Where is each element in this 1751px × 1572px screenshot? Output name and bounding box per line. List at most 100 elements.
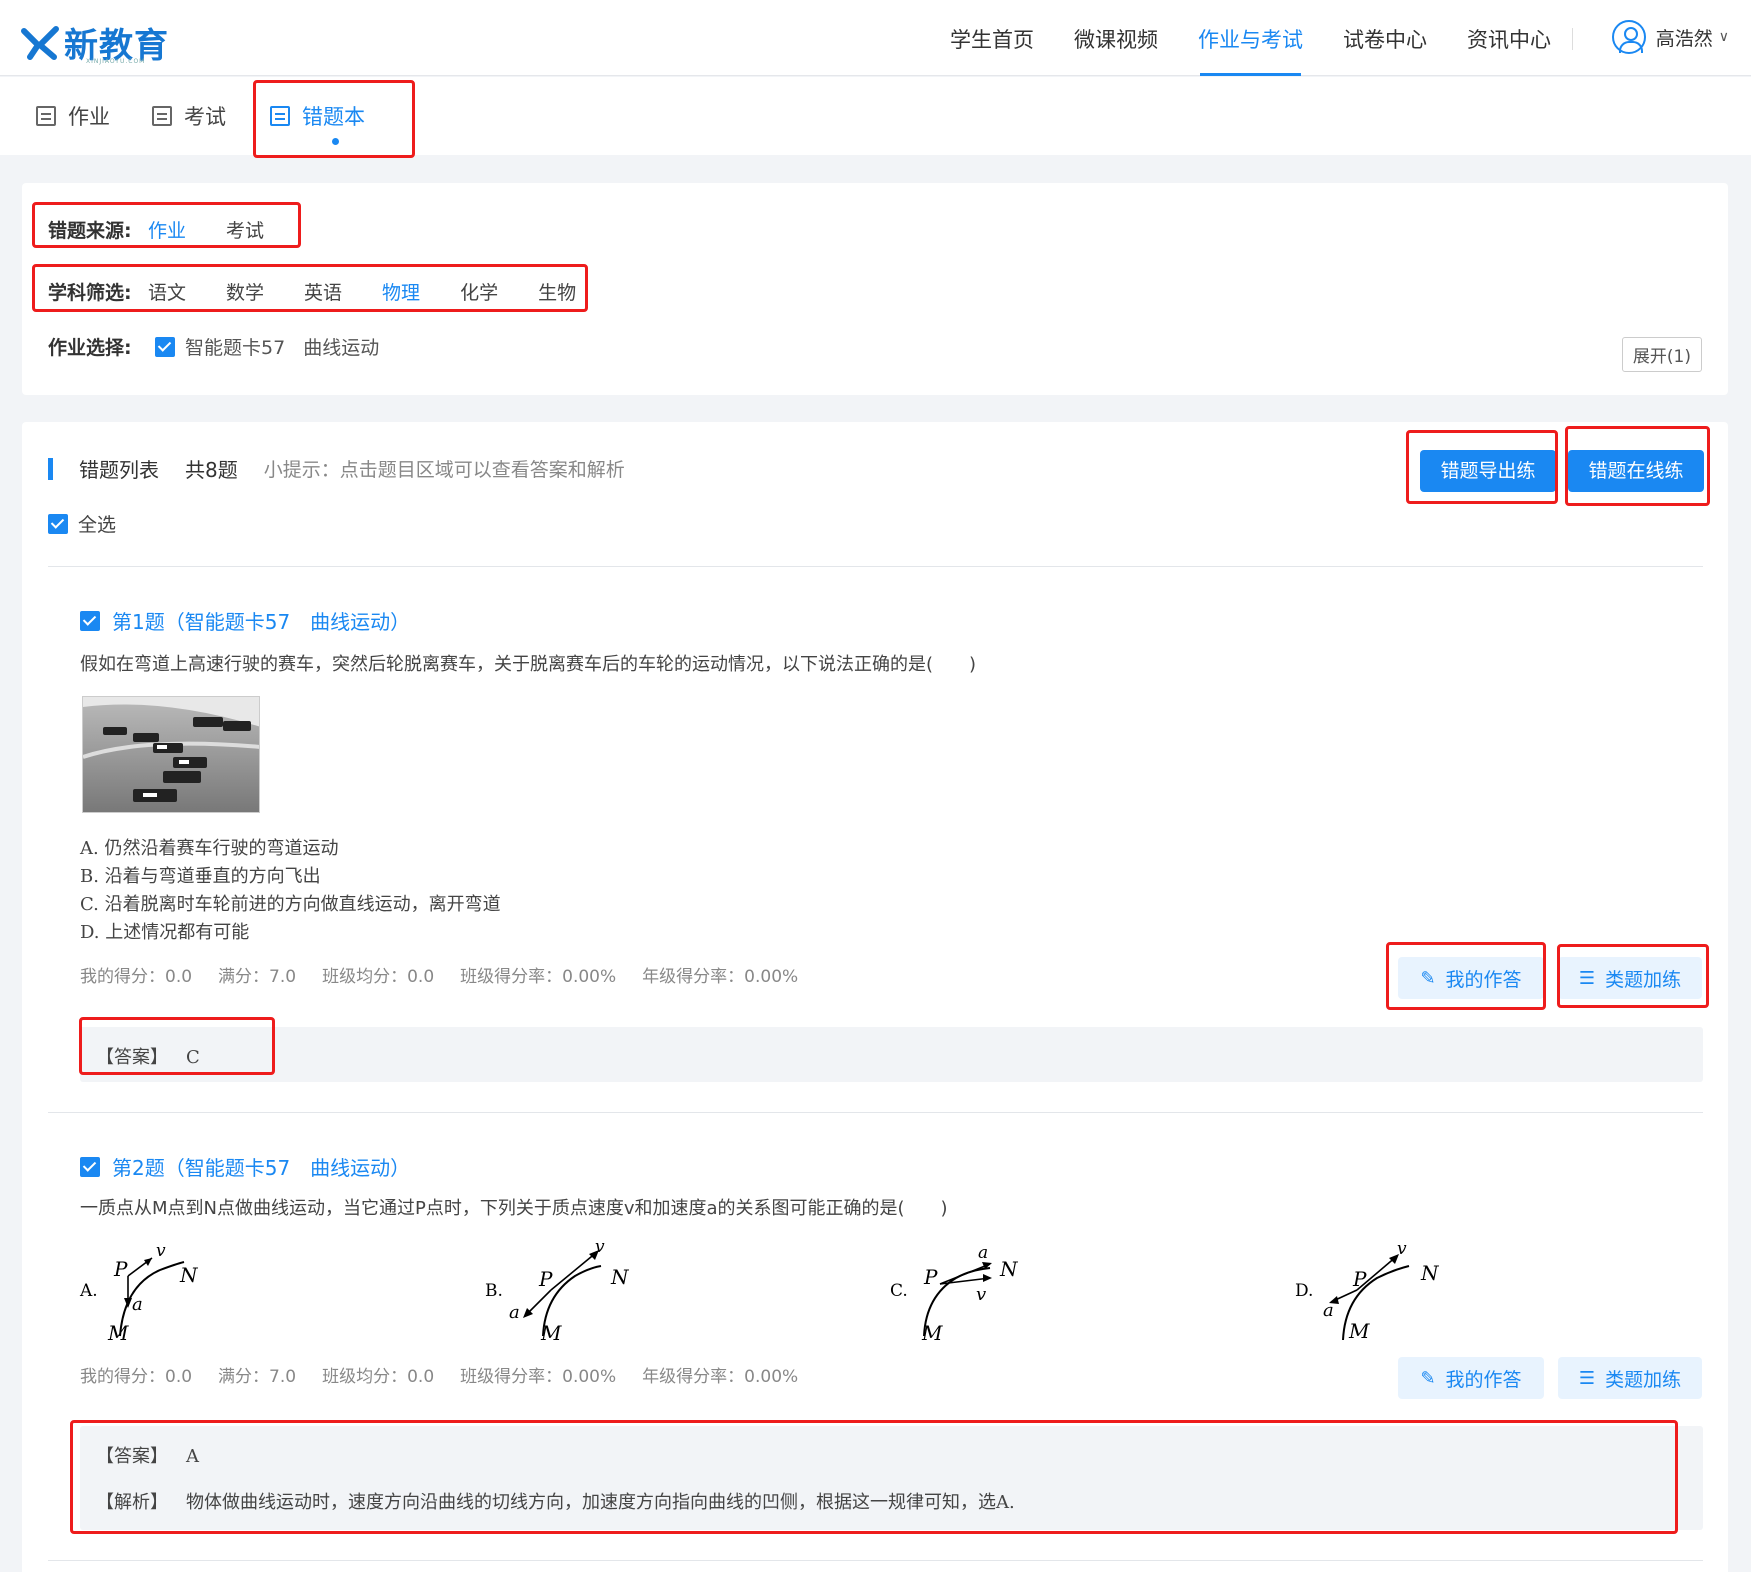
nav-news-center[interactable]: 资讯中心 bbox=[1447, 0, 1571, 76]
online-practice-button[interactable]: 错题在线练 bbox=[1568, 450, 1704, 492]
tab-exam[interactable]: 考试 bbox=[152, 77, 226, 155]
export-practice-button[interactable]: 错题导出练 bbox=[1420, 450, 1556, 492]
full-score: 满分：7.0 bbox=[218, 1367, 297, 1387]
label-v: v bbox=[156, 1241, 166, 1261]
sub-tabs: 作业 考试 错题本 bbox=[0, 77, 1751, 155]
analysis-text: 物体做曲线运动时，速度方向沿曲线的切线方向，加速度方向指向曲线的凹侧，根据这一规… bbox=[186, 1492, 1015, 1513]
label-m: M bbox=[921, 1321, 943, 1345]
curve-diagram-icon: C. P a N v M bbox=[890, 1243, 1019, 1345]
question-2-option-b: B. P v N a M bbox=[485, 1236, 635, 1350]
source-option-homework[interactable]: 作业 bbox=[148, 216, 186, 243]
assignment-filter-row: 作业选择: 智能题卡57 曲线运动 bbox=[48, 333, 379, 360]
list-tip: 小提示：点击题目区域可以查看答案和解析 bbox=[263, 459, 625, 481]
nav-homework-exam[interactable]: 作业与考试 bbox=[1178, 0, 1323, 76]
select-all-checkbox[interactable] bbox=[48, 513, 68, 534]
tab-homework[interactable]: 作业 bbox=[36, 77, 110, 155]
class-average: 班级均分：0.0 bbox=[322, 1367, 435, 1387]
option-letter: A. bbox=[79, 1281, 98, 1301]
question-2-title[interactable]: 第2题（智能题卡57 曲线运动） bbox=[80, 1152, 410, 1181]
source-filter-row: 错题来源: 作业 考试 bbox=[48, 216, 304, 243]
option-letter: C. bbox=[890, 1281, 908, 1301]
label-m: M bbox=[107, 1321, 129, 1345]
exam-icon bbox=[152, 106, 172, 126]
label-a: a bbox=[509, 1302, 520, 1323]
nav-student-home[interactable]: 学生首页 bbox=[930, 0, 1054, 76]
nav-divider bbox=[1572, 28, 1573, 50]
user-menu[interactable]: 高浩然 ∨ bbox=[1611, 20, 1729, 54]
label-n: N bbox=[1420, 1261, 1440, 1285]
divider bbox=[48, 566, 1703, 567]
subject-option-english[interactable]: 英语 bbox=[304, 278, 342, 305]
subject-option-chemistry[interactable]: 化学 bbox=[460, 278, 498, 305]
question-2-option-d: D. P v N a M bbox=[1295, 1236, 1455, 1350]
question-1-stats: 我的得分：0.0 满分：7.0 班级均分：0.0 班级得分率：0.00% 年级得… bbox=[80, 962, 824, 987]
section-bar bbox=[48, 457, 53, 480]
list-header: 错题列表 共8题 小提示：点击题目区域可以查看答案和解析 bbox=[48, 454, 625, 483]
my-answer-label: 我的作答 bbox=[1445, 968, 1522, 991]
question-2-answer: 【答案】 A bbox=[96, 1442, 199, 1468]
subject-option-chinese[interactable]: 语文 bbox=[148, 278, 186, 305]
my-answer-label: 我的作答 bbox=[1445, 1368, 1522, 1391]
grade-score-rate: 年级得分率：0.00% bbox=[642, 1367, 799, 1387]
question-1-option-d: D. 上述情况都有可能 bbox=[80, 922, 250, 943]
label-p: P bbox=[538, 1267, 553, 1291]
expand-button[interactable]: 展开(1) bbox=[1621, 337, 1702, 372]
select-all-row[interactable]: 全选 bbox=[48, 510, 116, 537]
class-score-rate: 班级得分率：0.00% bbox=[460, 967, 617, 987]
label-n: N bbox=[999, 1257, 1019, 1281]
list-title: 错题列表 bbox=[79, 458, 159, 482]
question-2-option-a: A. P v N a M bbox=[79, 1236, 220, 1350]
tab-exam-label: 考试 bbox=[184, 105, 226, 129]
main-nav: 学生首页 微课视频 作业与考试 试卷中心 资讯中心 bbox=[930, 0, 1571, 76]
my-score: 我的得分：0.0 bbox=[80, 1367, 193, 1387]
full-score: 满分：7.0 bbox=[218, 967, 297, 987]
question-1-checkbox[interactable] bbox=[80, 610, 100, 631]
question-2-stats: 我的得分：0.0 满分：7.0 班级均分：0.0 班级得分率：0.00% 年级得… bbox=[80, 1362, 824, 1387]
tab-wrongbook-label: 错题本 bbox=[302, 105, 365, 129]
question-1-option-c: C. 沿着脱离时车轮前进的方向做直线运动，离开弯道 bbox=[80, 894, 501, 915]
question-2-answer-box: 【答案】 A 【解析】 物体做曲线运动时，速度方向沿曲线的切线方向，加速度方向指向曲… bbox=[80, 1426, 1703, 1530]
label-v: v bbox=[595, 1237, 605, 1257]
top-navbar: 新教育 XINJIAOYU.COM 学生首页 微课视频 作业与考试 试卷中心 资… bbox=[0, 0, 1751, 76]
question-1-practice-button[interactable]: ☰ 类题加练 bbox=[1558, 957, 1702, 999]
logo[interactable]: 新教育 XINJIAOYU.COM bbox=[20, 18, 169, 67]
pencil-icon: ✎ bbox=[1420, 967, 1436, 989]
subject-filter-label: 学科筛选: bbox=[48, 282, 132, 304]
filter-card: 错题来源: 作业 考试 学科筛选: 语文 数学 英语 物理 化学 生物 作业选择… bbox=[22, 183, 1728, 395]
subject-filter-row: 学科筛选: 语文 数学 英语 物理 化学 生物 bbox=[48, 278, 616, 305]
race-car-image bbox=[82, 696, 260, 813]
question-1-my-answer-button[interactable]: ✎ 我的作答 bbox=[1398, 957, 1544, 999]
question-1-answer: 【答案】 C bbox=[96, 1043, 200, 1069]
tab-homework-label: 作业 bbox=[68, 105, 110, 129]
my-score: 我的得分：0.0 bbox=[80, 967, 193, 987]
race-car-photo-icon bbox=[83, 697, 259, 812]
list-count: 共8题 bbox=[185, 458, 238, 482]
class-average: 班级均分：0.0 bbox=[322, 967, 435, 987]
divider bbox=[48, 1112, 1703, 1113]
subject-option-math[interactable]: 数学 bbox=[226, 278, 264, 305]
assignment-filter-label: 作业选择: bbox=[48, 337, 132, 359]
nav-paper-center[interactable]: 试卷中心 bbox=[1323, 0, 1447, 76]
chevron-down-icon: ∨ bbox=[1718, 29, 1729, 45]
question-2-my-answer-button[interactable]: ✎ 我的作答 bbox=[1398, 1357, 1544, 1399]
assignment-checkbox[interactable] bbox=[155, 336, 175, 357]
question-1-title[interactable]: 第1题（智能题卡57 曲线运动） bbox=[80, 606, 410, 635]
label-a: a bbox=[132, 1294, 143, 1315]
tab-wrongbook[interactable]: 错题本 bbox=[270, 77, 365, 155]
answer-value: A bbox=[186, 1446, 199, 1467]
practice-label: 类题加练 bbox=[1605, 968, 1682, 991]
subject-option-physics[interactable]: 物理 bbox=[382, 278, 420, 305]
subject-option-biology[interactable]: 生物 bbox=[538, 278, 576, 305]
question-2-practice-button[interactable]: ☰ 类题加练 bbox=[1558, 1357, 1702, 1399]
source-option-exam[interactable]: 考试 bbox=[226, 216, 264, 243]
question-1-answer-box: 【答案】 C bbox=[80, 1027, 1703, 1082]
option-letter: D. bbox=[1295, 1281, 1313, 1301]
logo-mark-icon bbox=[21, 25, 59, 60]
label-v: v bbox=[976, 1284, 986, 1305]
answer-value: C bbox=[186, 1047, 200, 1068]
label-a: a bbox=[978, 1243, 988, 1263]
question-2-checkbox[interactable] bbox=[80, 1156, 100, 1177]
label-p: P bbox=[1352, 1267, 1367, 1291]
question-1-stem: 假如在弯道上高速行驶的赛车，突然后轮脱离赛车，关于脱离赛车后的车轮的运动情况，以… bbox=[80, 654, 977, 675]
nav-micro-video[interactable]: 微课视频 bbox=[1054, 0, 1178, 76]
